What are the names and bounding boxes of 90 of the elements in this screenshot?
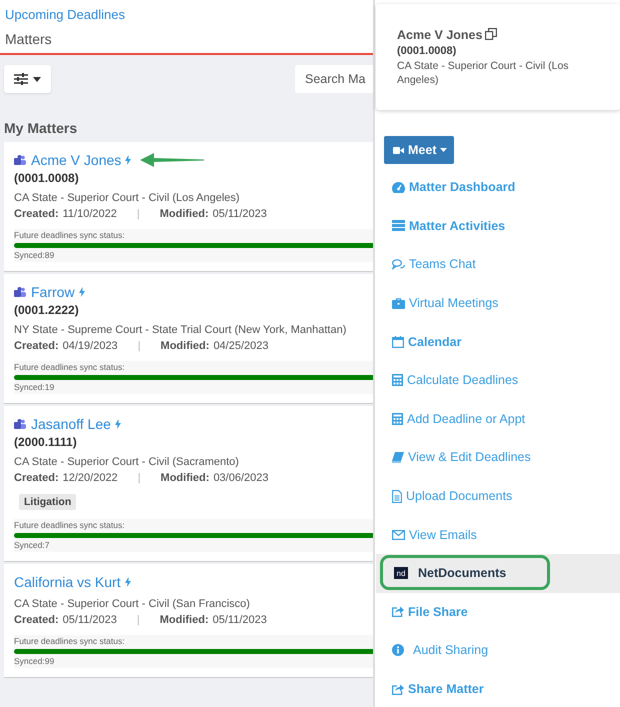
meet-button[interactable]: Meet: [384, 136, 454, 164]
modified-label: Modified:: [160, 340, 210, 352]
menu-item[interactable]: View Emails: [376, 515, 620, 554]
separator: |: [138, 472, 141, 484]
created-date: 05/11/2023: [62, 614, 117, 626]
matter-link[interactable]: Jasanoff Lee: [31, 416, 111, 432]
menu-item[interactable]: Matter Dashboard: [376, 168, 620, 207]
video-camera-icon: [393, 146, 404, 154]
list-icon: [392, 220, 405, 232]
matter-name: Acme V Jones: [397, 28, 482, 42]
lightning-icon: [124, 577, 131, 587]
copy-icon[interactable]: [485, 28, 498, 40]
mail-icon: [392, 530, 405, 540]
share-icon: [392, 684, 404, 695]
matter-number: (2000.1111): [14, 435, 78, 449]
synced-count: Synced:99: [14, 656, 56, 666]
search-field[interactable]: Search Ma: [295, 65, 373, 93]
lightning-icon: [125, 155, 132, 165]
netdocuments-logo: nd: [394, 567, 408, 580]
calculator-icon: [392, 412, 403, 425]
matter-number: (0001.2222): [14, 303, 80, 317]
section-title: My Matters: [4, 120, 78, 136]
sliders-icon: [14, 73, 28, 85]
court-text: CA State - Superior Court - Civil (San Francisco): [14, 598, 251, 610]
modified-label: Modified:: [160, 614, 209, 626]
breadcrumb-link[interactable]: Upcoming Deadlines: [5, 7, 368, 22]
lightning-icon: [114, 419, 121, 429]
menu-item[interactable]: Calendar: [376, 322, 620, 361]
created-date: 12/20/2022: [62, 472, 118, 484]
teams-icon: [14, 418, 26, 430]
synced-count: Synced:89: [14, 250, 56, 260]
created-label: Created:: [14, 208, 59, 220]
menu-item[interactable]: nd NetDocuments: [376, 554, 620, 593]
synced-count: Synced:7: [14, 540, 50, 550]
sync-label: Future deadlines sync status:: [14, 520, 126, 530]
book-icon: [392, 452, 404, 463]
caret-icon: [440, 148, 448, 152]
separator: |: [136, 208, 140, 220]
briefcase-icon: [392, 298, 405, 309]
court-text: CA State - Superior Court - Civil (Sacramento): [14, 456, 240, 468]
matter-link[interactable]: California vs Kurt: [14, 574, 121, 590]
calendar-icon: [392, 336, 404, 348]
menu-item[interactable]: View & Edit Deadlines: [376, 438, 620, 477]
menu-item[interactable]: Share Matter: [376, 670, 620, 707]
sync-label: Future deadlines sync status:: [14, 362, 126, 372]
chat-icon: [392, 258, 405, 270]
created-label: Created:: [14, 614, 59, 626]
menu-item[interactable]: Upload Documents: [376, 476, 620, 516]
modified-date: 04/25/2023: [213, 340, 268, 352]
document-icon: [392, 490, 402, 503]
teams-icon: [14, 286, 26, 298]
teams-icon: [14, 154, 26, 166]
synced-count: Synced:19: [14, 382, 56, 392]
modified-label: Modified:: [160, 472, 210, 484]
separator: |: [136, 614, 140, 626]
share-icon: [392, 606, 404, 618]
menu-item[interactable]: Calculate Deadlines: [376, 360, 620, 400]
menu-item[interactable]: File Share: [376, 592, 620, 632]
modified-date: 05/11/2023: [212, 614, 267, 626]
menu-item[interactable]: Teams Chat: [376, 245, 620, 284]
court-text: NY State - Supreme Court - State Trial Court (New York, Manhattan): [14, 324, 348, 336]
created-date: 11/10/2022: [62, 208, 117, 220]
dashboard-icon: [392, 182, 405, 193]
info-icon: [392, 644, 404, 656]
menu-item[interactable]: Add Deadline or Appt: [376, 400, 620, 438]
caret-icon: [33, 76, 41, 82]
matter-number: (0001.0008): [397, 45, 458, 57]
matter-link[interactable]: Acme V Jones: [31, 152, 122, 168]
matter-number: (0001.0008): [14, 171, 80, 185]
modified-date: 03/06/2023: [213, 472, 268, 484]
lightning-icon: [78, 287, 85, 297]
tag: Litigation: [19, 494, 76, 510]
court-text: CA State - Superior Court - Civil (Los Angeles): [14, 192, 241, 204]
menu-item[interactable]: Audit Sharing: [376, 631, 620, 670]
modified-date: 05/11/2023: [212, 208, 267, 220]
menu-item[interactable]: Virtual Meetings: [376, 284, 620, 322]
matter-link[interactable]: Farrow: [31, 284, 75, 300]
created-label: Created:: [14, 472, 59, 484]
court-text: CA State - Superior Court - Civil (Los Angeles): [397, 59, 570, 88]
sync-label: Future deadlines sync status:: [14, 230, 126, 240]
menu-item[interactable]: Matter Activities: [376, 206, 620, 246]
separator: |: [138, 340, 141, 352]
modified-label: Modified:: [160, 208, 209, 220]
page-title: Matters: [5, 31, 53, 47]
annotation-arrow: [140, 153, 204, 167]
calculator-icon: [392, 374, 403, 386]
created-label: Created:: [14, 340, 59, 352]
created-date: 04/19/2023: [62, 340, 118, 352]
filter-button[interactable]: [4, 65, 51, 93]
sync-label: Future deadlines sync status:: [14, 636, 126, 646]
